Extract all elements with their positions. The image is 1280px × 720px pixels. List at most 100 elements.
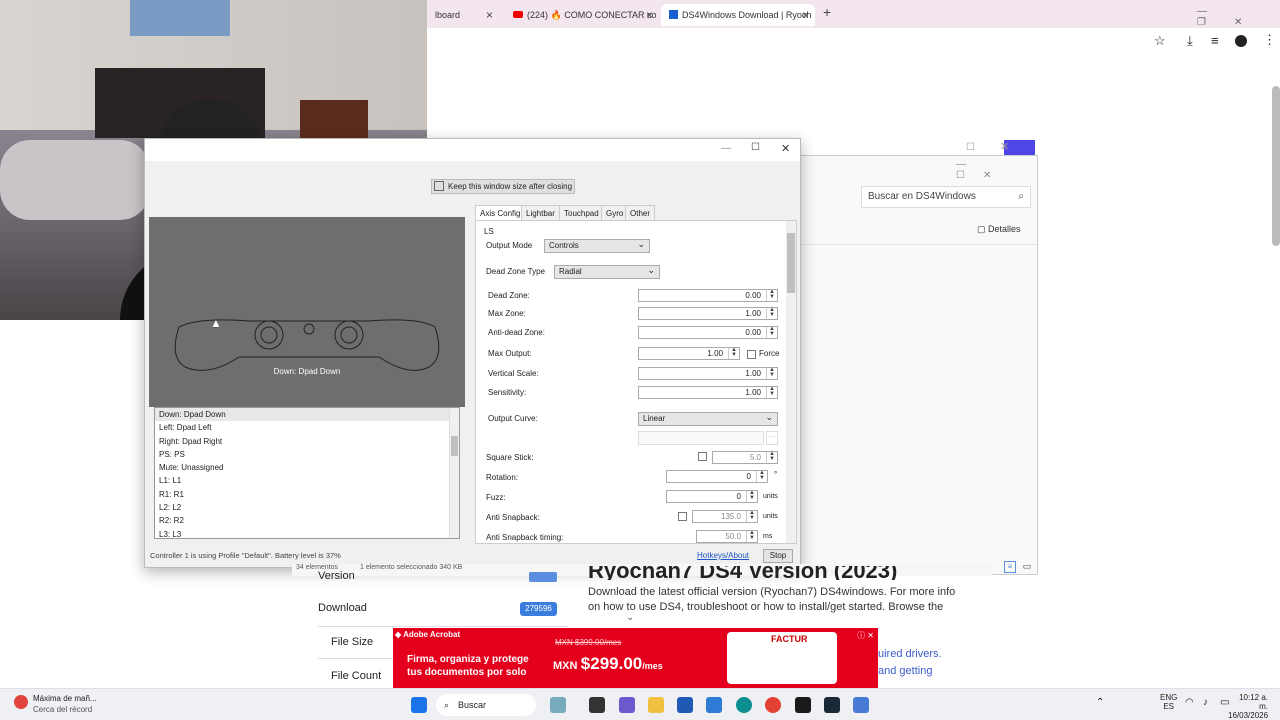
panel-scrollbar[interactable] xyxy=(786,221,796,543)
output-curve-select[interactable]: Linear xyxy=(638,411,778,426)
list-item[interactable]: L3: L3 xyxy=(155,528,459,538)
list-item[interactable]: L2: L2 xyxy=(155,501,459,514)
weather-icon[interactable] xyxy=(14,695,28,709)
tab-touchpad[interactable]: Touchpad xyxy=(559,205,604,220)
fuzz-field[interactable]: 0 ▲ ▼ xyxy=(666,490,758,503)
tray-chevron-icon[interactable]: ⌃ xyxy=(1096,697,1104,708)
browser-tab[interactable]: lboard × xyxy=(427,4,499,26)
spinner-icon[interactable]: ▲ ▼ xyxy=(746,490,757,502)
taskbar-search[interactable]: ⌕ Buscar xyxy=(436,694,536,716)
spinner-icon[interactable]: ▲ ▼ xyxy=(766,367,777,379)
stop-button[interactable]: Stop xyxy=(763,549,793,563)
bookmark-star-icon[interactable]: ☆ xyxy=(1154,33,1166,49)
keep-size-toggle[interactable]: Keep this window size after closing xyxy=(431,179,575,194)
widget-icon[interactable] xyxy=(550,697,566,713)
scroll-thumb[interactable] xyxy=(451,436,458,456)
explorer-search-input[interactable]: Buscar en DS4Windows ⌕ xyxy=(861,186,1031,208)
maximize-icon[interactable]: ☐ xyxy=(956,170,983,181)
language-indicator[interactable]: ENG ES xyxy=(1160,693,1177,711)
sensitivity-field[interactable]: 1.00 ▲ ▼ xyxy=(638,386,778,399)
spinner-icon[interactable]: ▲ ▼ xyxy=(766,289,777,301)
ad-banner[interactable]: ◆ Adobe Acrobat Firma, organiza y proteg… xyxy=(393,628,878,688)
terminal-icon[interactable] xyxy=(589,697,605,713)
mapping-list[interactable]: Down: Dpad Down Left: Dpad Left Right: Dpa… xyxy=(154,407,460,539)
minimize-icon[interactable]: — xyxy=(1197,6,1235,17)
maximize-icon[interactable]: ☐ xyxy=(751,142,760,153)
dead-zone-field[interactable]: 0.00 ▲ ▼ xyxy=(638,289,778,302)
list-item[interactable]: Right: Dpad Right xyxy=(155,435,459,448)
volume-icon[interactable]: ♪ xyxy=(1203,697,1208,708)
list-item[interactable]: Mute: Unassigned xyxy=(155,461,459,474)
custom-curve-input[interactable] xyxy=(638,431,764,445)
square-stick-checkbox[interactable] xyxy=(698,452,707,461)
chevron-down-icon[interactable]: ⌄ xyxy=(626,612,634,623)
clock[interactable]: 10:12 a. m. 16/03/2026 xyxy=(1228,693,1268,720)
list-item[interactable]: Down: Dpad Down xyxy=(155,408,459,422)
restore-icon[interactable]: ❐ xyxy=(1197,17,1234,28)
list-item[interactable]: R2: R2 xyxy=(155,514,459,527)
tab-other[interactable]: Other xyxy=(625,205,656,220)
browser-tab[interactable]: (224) 🔥 COMO CONECTAR co × xyxy=(505,4,659,26)
browser-tab-active[interactable]: DS4Windows Download | Ryoch × xyxy=(661,4,815,26)
close-tab-icon[interactable]: × xyxy=(802,4,809,26)
list-item[interactable]: R1: R1 xyxy=(155,488,459,501)
anti-snapback-checkbox[interactable] xyxy=(678,512,687,521)
rotation-field[interactable]: 0 ▲ ▼ xyxy=(666,470,768,483)
list-item[interactable]: PS: PS xyxy=(155,448,459,461)
edge-icon[interactable] xyxy=(736,697,752,713)
weather-title[interactable]: Máxima de mañ... xyxy=(33,694,97,703)
reading-list-icon[interactable]: ≡ xyxy=(1211,33,1219,48)
anti-snapback-timing-field[interactable]: 50.0 ▲ ▼ xyxy=(696,530,758,543)
profile-avatar[interactable] xyxy=(1235,35,1247,47)
close-icon[interactable]: ✕ xyxy=(1234,17,1270,28)
close-tab-icon[interactable]: × xyxy=(486,4,493,26)
explorer-window-controls[interactable]: —☐✕ xyxy=(956,159,1037,181)
copilot-icon[interactable] xyxy=(619,697,635,713)
anti-dead-zone-field[interactable]: 0.00 ▲ ▼ xyxy=(638,326,778,339)
list-item[interactable]: Left: Dpad Left xyxy=(155,421,459,434)
anti-snapback-field[interactable]: 135.0 ▲ ▼ xyxy=(692,510,758,523)
close-icon[interactable]: ✕ xyxy=(983,170,1009,181)
app-icon[interactable] xyxy=(706,697,722,713)
details-button[interactable]: ▢ Detalles xyxy=(977,224,1021,235)
menu-icon[interactable]: ⋮ xyxy=(1263,32,1276,48)
spinner-icon[interactable]: ▲ ▼ xyxy=(766,307,777,319)
close-icon[interactable]: ✕ xyxy=(1000,140,1009,153)
spinner-icon[interactable]: ▲ ▼ xyxy=(766,451,777,463)
xbox-icon[interactable] xyxy=(795,697,811,713)
hotkeys-about-link[interactable]: Hotkeys/About xyxy=(697,551,749,560)
max-output-field[interactable]: 1.00 ▲ ▼ xyxy=(638,347,740,360)
details-view-icon[interactable]: ≡ xyxy=(1004,561,1016,573)
ds4windows-icon[interactable] xyxy=(853,697,869,713)
tab-lightbar[interactable]: Lightbar xyxy=(521,205,560,220)
dead-zone-type-select[interactable]: Radial xyxy=(554,264,660,279)
download-icon[interactable]: ⤓ xyxy=(1187,33,1193,49)
new-tab-button[interactable]: + xyxy=(823,4,831,20)
list-scrollbar[interactable] xyxy=(449,408,459,538)
spinner-icon[interactable]: ▲ ▼ xyxy=(746,510,757,522)
spinner-icon[interactable]: ▲ ▼ xyxy=(746,530,757,542)
output-mode-select[interactable]: Controls xyxy=(544,238,650,253)
tiles-view-icon[interactable]: ▭ xyxy=(1021,561,1033,573)
scrollbar[interactable] xyxy=(1272,86,1280,246)
minimize-icon[interactable]: — xyxy=(721,143,731,154)
minimize-icon[interactable]: — xyxy=(956,159,984,170)
force-checkbox[interactable] xyxy=(747,350,756,359)
spinner-icon[interactable]: ▲ ▼ xyxy=(766,326,777,338)
close-icon[interactable]: ✕ xyxy=(781,142,790,155)
square-stick-field[interactable]: 5.0 ▲ ▼ xyxy=(712,451,778,464)
tab-axis-config[interactable]: Axis Config xyxy=(475,205,526,220)
start-icon[interactable] xyxy=(411,697,427,713)
wifi-icon[interactable]: ◠ xyxy=(1185,697,1194,708)
scroll-thumb[interactable] xyxy=(787,233,795,293)
spinner-icon[interactable]: ▲ ▼ xyxy=(756,470,767,482)
drivers-link[interactable]: uired drivers. xyxy=(878,648,942,660)
spinner-icon[interactable]: ▲ ▼ xyxy=(766,386,777,398)
curve-editor-button[interactable]: … xyxy=(766,431,778,445)
chrome-icon[interactable] xyxy=(765,697,781,713)
max-zone-field[interactable]: 1.00 ▲ ▼ xyxy=(638,307,778,320)
maximize-icon[interactable]: ☐ xyxy=(966,142,975,153)
list-item[interactable]: L1: L1 xyxy=(155,474,459,487)
vertical-scale-field[interactable]: 1.00 ▲ ▼ xyxy=(638,367,778,380)
store-icon[interactable] xyxy=(677,697,693,713)
